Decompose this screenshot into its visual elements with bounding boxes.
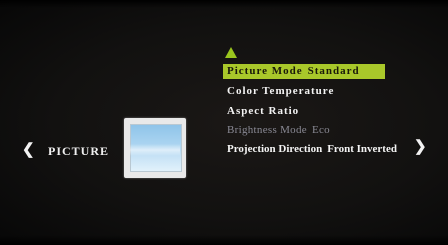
menu-item-projection-direction[interactable]: Projection Direction Front Inverted [223, 142, 397, 157]
picture-icon-shine [130, 144, 180, 156]
menu-item-label: Picture Mode [227, 65, 303, 77]
menu-item-brightness-mode: Brightness Mode Eco [223, 123, 330, 138]
screen-top-edge [0, 0, 448, 8]
triangle-up-icon[interactable] [225, 47, 237, 58]
menu-item-label: Projection Direction [227, 143, 323, 155]
menu-item-picture-mode[interactable]: Picture Mode Standard [223, 64, 385, 79]
next-section-chevron-icon[interactable]: ❯ [414, 137, 427, 155]
menu-item-label: Aspect Ratio [227, 105, 300, 117]
menu-item-label: Brightness Mode [227, 124, 307, 136]
section-title: PICTURE [48, 144, 110, 158]
menu-item-color-temperature[interactable]: Color Temperature [223, 84, 334, 99]
projector-osd-screen: ❮ PICTURE Picture Mode Standard Color Tem… [0, 0, 448, 245]
menu-item-value: Eco [311, 124, 330, 136]
menu-item-aspect-ratio[interactable]: Aspect Ratio [223, 104, 299, 119]
menu-item-value: Standard [307, 65, 360, 77]
previous-section-chevron-icon[interactable]: ❮ [22, 140, 35, 158]
screen-bottom-edge [0, 235, 448, 245]
menu-item-label: Color Temperature [227, 85, 335, 97]
picture-screen-icon [124, 118, 186, 178]
menu-item-value: Front Inverted [327, 143, 397, 155]
